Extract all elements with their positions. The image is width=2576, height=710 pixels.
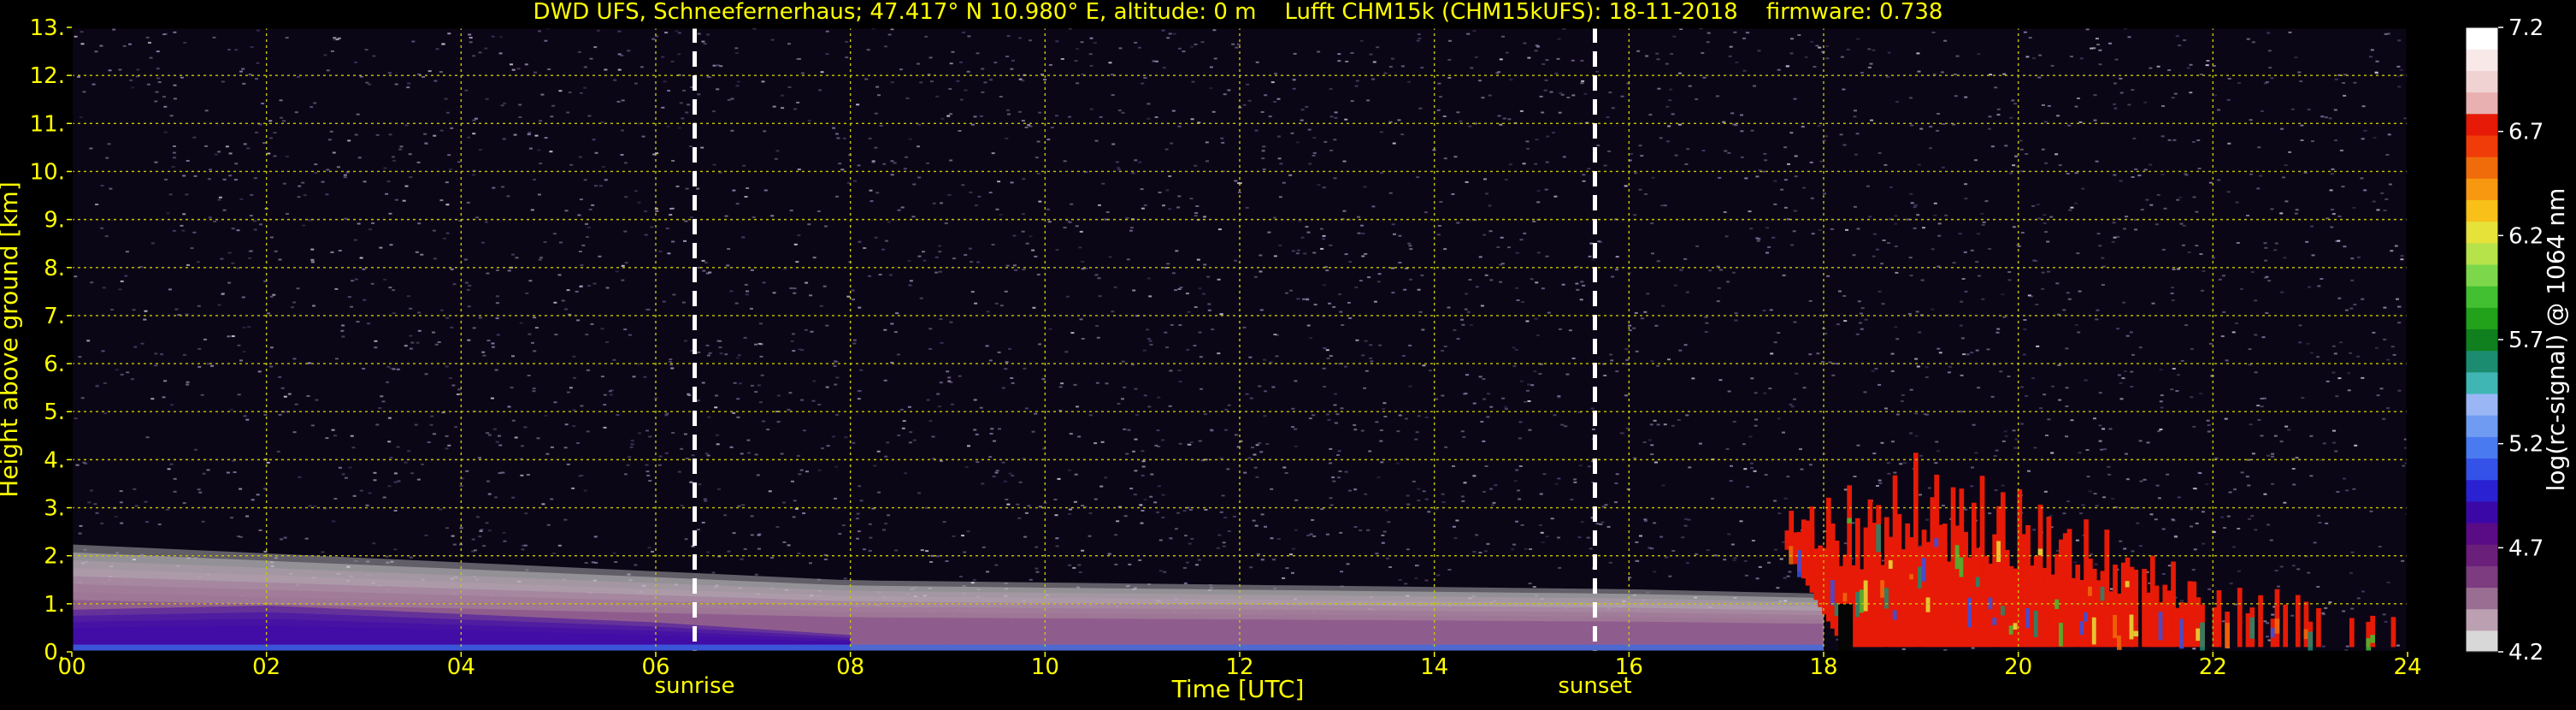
y-tick-label: 10. [30, 159, 65, 185]
colorbar-swatch [2466, 113, 2498, 136]
sun-annotation-label: sunset [1558, 673, 1631, 699]
colorbar-tick-label: 7.2 [2508, 15, 2544, 41]
colorbar-swatch [2466, 500, 2498, 524]
x-tick-label: 22 [2199, 654, 2227, 680]
x-axis-label: Time [UTC] [1171, 675, 1305, 703]
y-tick-label: 11. [30, 111, 65, 137]
x-tick-label: 24 [2393, 654, 2421, 680]
y-tick-label: 0. [44, 640, 65, 666]
colorbar-tick-label: 6.2 [2508, 223, 2544, 249]
colorbar-swatch [2466, 221, 2498, 244]
colorbar-swatch [2466, 134, 2498, 157]
colorbar-swatch [2466, 458, 2498, 481]
colorbar-swatch [2466, 371, 2498, 394]
y-tick-label: 4. [44, 447, 65, 473]
colorbar-swatch [2466, 544, 2498, 566]
colorbar-swatch [2466, 565, 2498, 589]
cloud-shadow-column [1838, 603, 1854, 652]
colorbar-swatch [2466, 415, 2498, 437]
colorbar-swatch [2466, 92, 2498, 115]
colorbar-swatch [2466, 49, 2498, 71]
colorbar-swatch [2466, 328, 2498, 352]
colorbar-tick-label: 5.7 [2508, 328, 2544, 353]
y-tick-label: 13. [30, 15, 65, 41]
colorbar-swatch [2466, 27, 2498, 50]
y-tick-label: 7. [44, 304, 65, 329]
chart-svg: 00 02 04 06 08 10 12 14 16 18 20 22 24 0.1.2.3.4.5.6… [0, 0, 2576, 707]
colorbar-tick-label: 4.2 [2508, 640, 2544, 666]
sun-annotation-label: sunrise [655, 673, 735, 699]
colorbar-swatch [2466, 522, 2498, 545]
y-tick-label: 8. [44, 256, 65, 281]
chart-title: DWD UFS, Schneefernerhaus; 47.417° N 10.… [533, 0, 1943, 25]
heatmap [72, 27, 2408, 652]
colorbar-swatch [2466, 393, 2498, 416]
plot-area [72, 27, 2408, 652]
colorbar-swatch [2466, 436, 2498, 459]
colorbar-swatch [2466, 242, 2498, 265]
colorbar-swatch [2466, 178, 2498, 200]
colorbar-tick-label: 5.2 [2508, 432, 2544, 458]
y-tick-label: 1. [44, 592, 65, 618]
colorbar-swatch [2466, 479, 2498, 502]
x-tick-label: 14 [1420, 654, 1448, 680]
y-tick-label: 6. [44, 352, 65, 377]
x-tick-label: 10 [1031, 654, 1059, 680]
colorbar-swatch [2466, 630, 2498, 653]
x-tick-label: 18 [1809, 654, 1837, 680]
colorbar-swatch [2466, 350, 2498, 373]
x-tick-label: 04 [447, 654, 475, 680]
y-tick-label: 12. [30, 63, 65, 89]
x-tick-label: 20 [2004, 654, 2032, 680]
colorbar-swatch [2466, 157, 2498, 179]
y-tick-label: 5. [44, 399, 65, 425]
y-tick-label: 3. [44, 496, 65, 522]
colorbar-swatch [2466, 587, 2498, 610]
colorbar-swatch [2466, 70, 2498, 93]
x-tick-label: 02 [252, 654, 280, 680]
y-tick-label: 2. [44, 544, 65, 570]
colorbar-swatch [2466, 263, 2498, 287]
colorbar-swatch [2466, 286, 2498, 308]
y-axis-label: Height above ground [km] [0, 181, 23, 498]
colorbar-tick-label: 6.7 [2508, 120, 2544, 145]
colorbar-swatch [2466, 307, 2498, 330]
y-tick-label: 9. [44, 208, 65, 234]
colorbar-tick-label: 4.7 [2508, 535, 2544, 561]
colorbar-swatch [2466, 608, 2498, 631]
x-tick-label: 08 [836, 654, 864, 680]
colorbar-label: log(rc-signal) @ 1064 nm [2542, 188, 2570, 492]
colorbar-swatch [2466, 199, 2498, 222]
lidar-chart: 00 02 04 06 08 10 12 14 16 18 20 22 24 0. 1. 2. 3. 4. 5. 6… [0, 0, 2576, 707]
